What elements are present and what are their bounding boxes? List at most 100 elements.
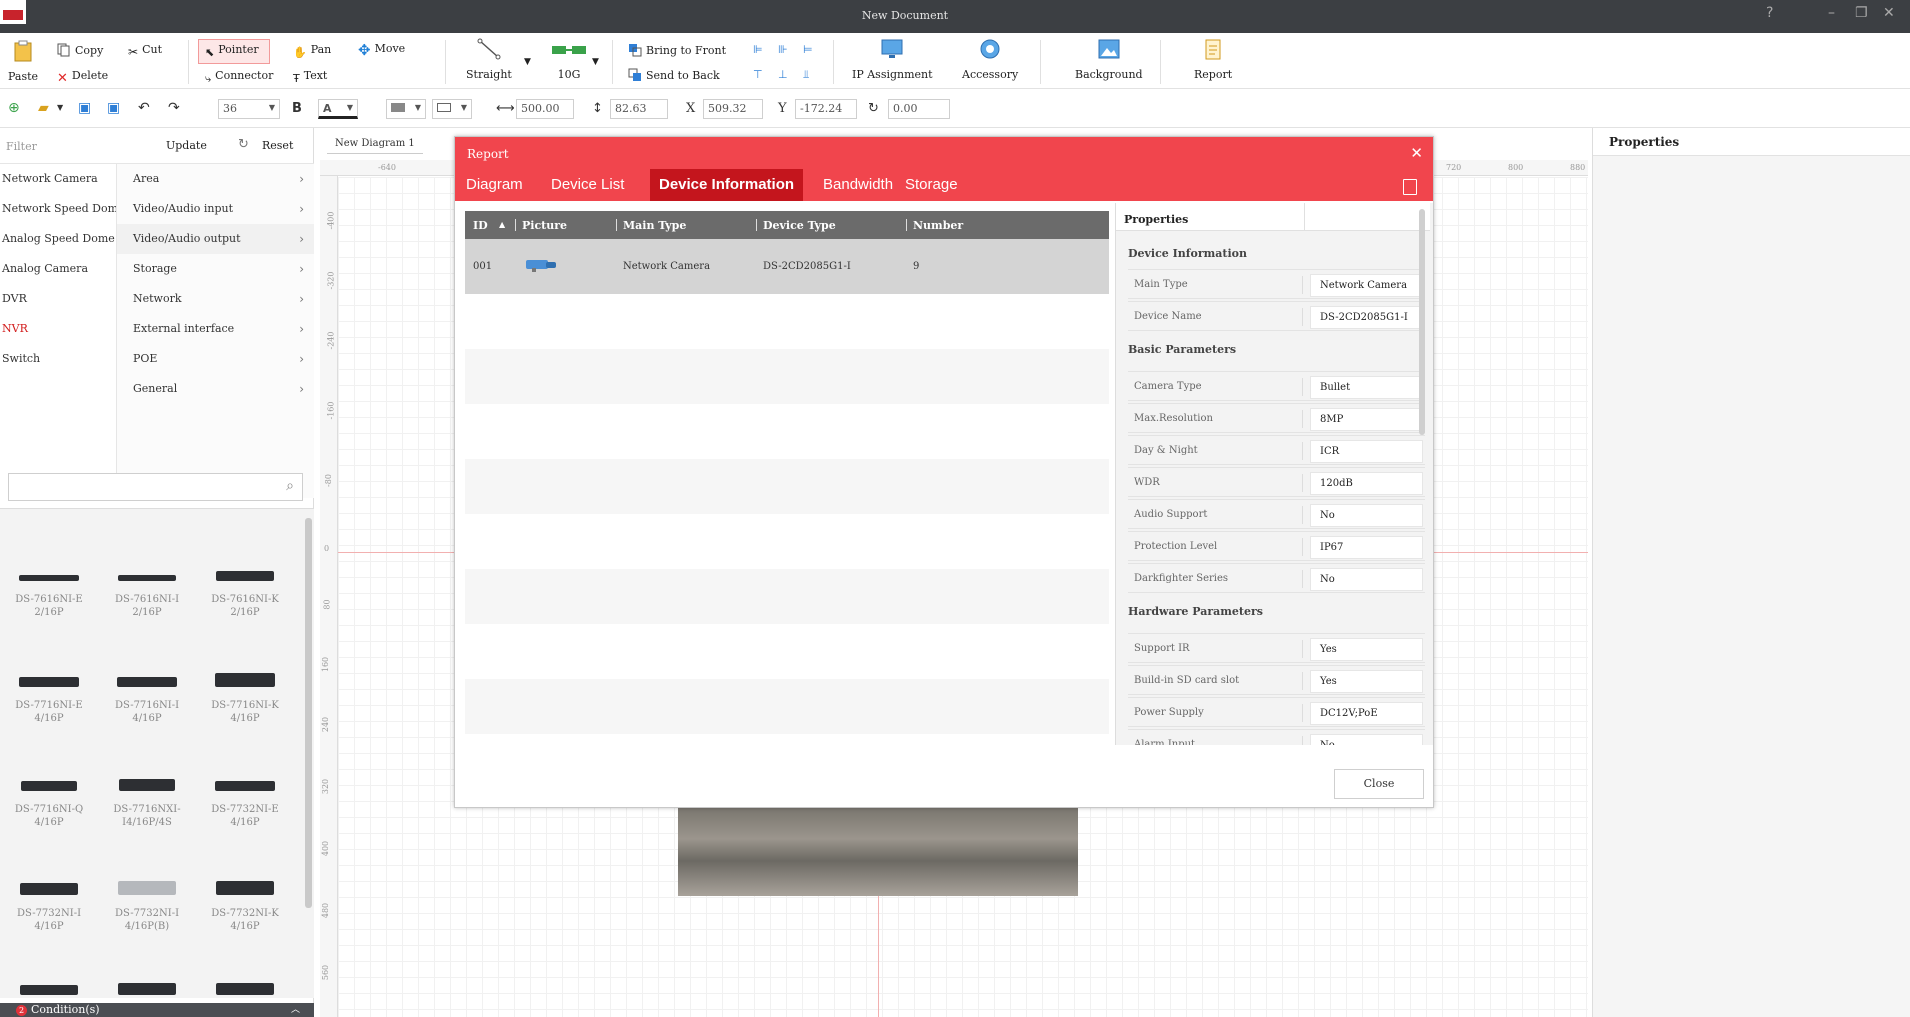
property-value[interactable]: IP67 [1310, 536, 1423, 559]
bring-to-front-button[interactable]: Bring to Front [628, 43, 726, 57]
background-button[interactable]: Background [1075, 38, 1143, 81]
subcategory-poe[interactable]: POE › [117, 344, 314, 374]
height-input[interactable]: 82.63 [610, 99, 668, 119]
properties-scrollbar[interactable] [1419, 209, 1425, 435]
property-value[interactable]: No [1310, 568, 1423, 591]
column-picture[interactable]: Picture [522, 219, 567, 232]
pointer-button[interactable]: ⬉ Pointer [198, 39, 270, 64]
property-value[interactable]: 120dB [1310, 472, 1423, 495]
column-main-type[interactable]: Main Type [623, 219, 686, 232]
open-dropdown-icon[interactable]: ▼ [57, 103, 73, 119]
subcategory-area[interactable]: Area › [117, 164, 314, 194]
category-dvr[interactable]: DVR [0, 284, 116, 314]
x-input[interactable]: 509.32 [703, 99, 763, 119]
device-item[interactable]: DS-7616NI-I 2/16P [98, 575, 196, 619]
device-search-input[interactable]: ⌕ [8, 473, 303, 501]
width-input[interactable]: 500.00 [516, 99, 574, 119]
column-number[interactable]: Number [913, 219, 963, 232]
open-folder-icon[interactable]: ▰ [38, 100, 54, 116]
align-top-icon[interactable]: ⊤ [753, 68, 763, 81]
rotation-input[interactable]: 0.00 [888, 99, 950, 119]
table-row[interactable]: 001 Network Camera DS-2CD2085G1-I 9 [465, 239, 1109, 294]
new-file-icon[interactable]: ⊕ [8, 100, 24, 116]
move-button[interactable]: ✥ Move [358, 41, 405, 59]
search-icon[interactable]: ⌕ [286, 478, 294, 494]
device-item[interactable]: DS-7616NI-E 2/16P [0, 575, 98, 619]
align-center-icon[interactable]: ⊪ [778, 43, 788, 56]
device-item[interactable] [0, 985, 98, 998]
property-value[interactable]: Yes [1310, 670, 1423, 693]
close-icon[interactable]: ✕ [1410, 144, 1423, 162]
straight-line-button[interactable]: Straight [466, 38, 512, 81]
property-value[interactable]: 8MP [1310, 408, 1423, 431]
property-value[interactable]: Bullet [1310, 376, 1423, 399]
redo-icon[interactable]: ↷ [168, 100, 184, 116]
save-as-icon[interactable]: ▣ [107, 100, 123, 116]
category-network-speed-dome[interactable]: Network Speed Dome [0, 194, 125, 224]
device-grid-scrollbar[interactable] [305, 518, 312, 908]
subcategory-storage[interactable]: Storage › [117, 254, 314, 284]
align-middle-icon[interactable]: ⊥ [778, 68, 788, 81]
export-icon[interactable] [1403, 179, 1417, 195]
device-item[interactable]: DS-7732NI-E 4/16P [196, 781, 294, 829]
copy-button[interactable]: Copy [57, 43, 103, 57]
connector-button[interactable]: ⤷ Connector [205, 69, 273, 86]
device-item[interactable]: DS-7716NI-I 4/16P [98, 677, 196, 725]
property-value[interactable]: DC12V;PoE [1310, 702, 1423, 725]
pan-button[interactable]: ✋ Pan [293, 43, 331, 60]
restore-button[interactable]: ❐ [1855, 5, 1868, 21]
category-switch[interactable]: Switch [0, 344, 116, 374]
minimize-button[interactable]: – [1828, 5, 1835, 21]
category-network-camera[interactable]: Network Camera [0, 164, 116, 194]
straight-dropdown-icon[interactable]: ▼ [524, 57, 531, 67]
align-right-icon[interactable]: ⊨ [803, 43, 813, 56]
report-button[interactable]: Report [1194, 38, 1232, 81]
update-button[interactable]: Update [166, 139, 207, 152]
reset-button[interactable]: Reset [262, 139, 293, 152]
undo-icon[interactable]: ↶ [138, 100, 154, 116]
align-bottom-icon[interactable]: ⫫ [803, 68, 809, 82]
device-item[interactable] [196, 983, 294, 998]
y-input[interactable]: -172.24 [795, 99, 857, 119]
subcategory-video-audio-output[interactable]: Video/Audio output › [117, 224, 314, 254]
device-item[interactable]: DS-7716NI-K 4/16P [196, 673, 294, 725]
accessory-button[interactable]: Accessory [962, 38, 1018, 81]
property-value[interactable]: Yes [1310, 638, 1423, 661]
font-size-select[interactable]: 36 ▼ [218, 99, 280, 119]
link-speed-dropdown-icon[interactable]: ▼ [592, 57, 599, 67]
device-item[interactable] [98, 983, 196, 998]
close-button[interactable]: Close [1334, 769, 1424, 799]
property-value[interactable]: ICR [1310, 440, 1423, 463]
link-speed-button[interactable]: 10G [551, 38, 587, 81]
font-color-button[interactable]: A ▼ [318, 99, 358, 119]
fill-style-button[interactable]: ▼ [386, 99, 426, 119]
subcategory-external-interface[interactable]: External interface › [117, 314, 314, 344]
conditions-bar[interactable]: 2 Condition(s) ︿ [0, 1003, 314, 1017]
device-item[interactable]: DS-7732NI-I 4/16P(B) [98, 881, 196, 933]
help-icon[interactable]: ? [1766, 5, 1773, 21]
subcategory-general[interactable]: General › [117, 374, 314, 404]
subcategory-network[interactable]: Network › [117, 284, 314, 314]
device-item[interactable]: DS-7732NI-K 4/16P [196, 881, 294, 933]
text-button[interactable]: Ŧ Text [293, 69, 327, 86]
chevron-up-icon[interactable]: ︿ [291, 1003, 300, 1017]
category-analog-camera[interactable]: Analog Camera [0, 254, 116, 284]
column-device-type[interactable]: Device Type [763, 219, 836, 232]
background-image[interactable] [678, 808, 1078, 896]
tab-storage[interactable]: Storage [896, 169, 967, 201]
device-item[interactable]: DS-7716NXI- I4/16P/4S [98, 779, 196, 829]
device-item[interactable]: DS-7732NI-I 4/16P [0, 883, 98, 933]
reset-icon[interactable]: ↻ [238, 137, 249, 152]
subcategory-video-audio-input[interactable]: Video/Audio input › [117, 194, 314, 224]
close-window-button[interactable]: ✕ [1883, 5, 1895, 21]
property-value[interactable]: DS-2CD2085G1-I [1310, 306, 1423, 329]
category-nvr[interactable]: NVR [0, 314, 116, 344]
tab-new-diagram-1[interactable]: New Diagram 1 [327, 134, 423, 154]
tab-bandwidth[interactable]: Bandwidth [814, 169, 902, 201]
property-value[interactable]: No [1310, 504, 1423, 527]
tab-device-information[interactable]: Device Information [650, 169, 804, 201]
send-to-back-button[interactable]: Send to Back [628, 68, 720, 82]
property-value[interactable]: No [1310, 734, 1423, 745]
save-icon[interactable]: ▣ [78, 100, 94, 116]
delete-button[interactable]: ✕ Delete [57, 69, 108, 86]
